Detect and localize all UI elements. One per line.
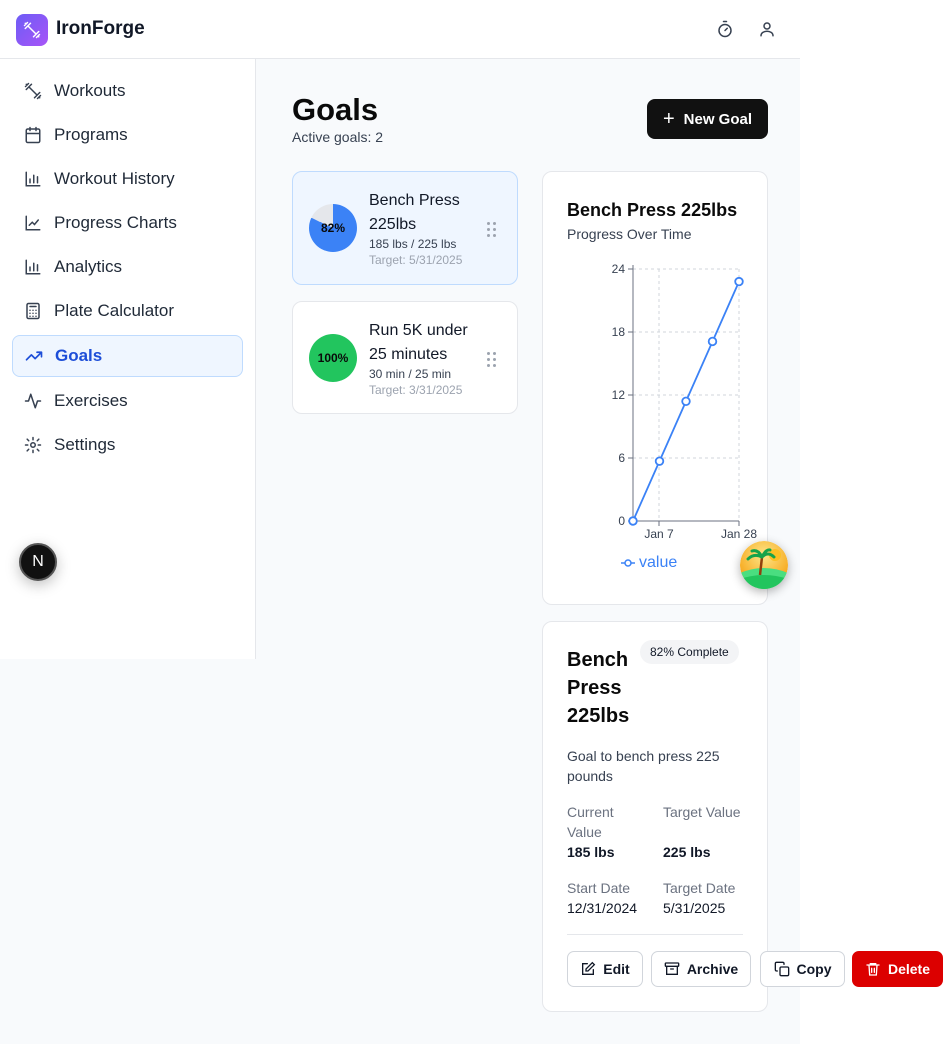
sidebar-item-workout-history[interactable]: Workout History bbox=[12, 158, 243, 200]
edit-icon bbox=[580, 961, 596, 977]
goal-card-run-5k[interactable]: 100% Run 5K under 25 minutes 30 min / 25… bbox=[292, 301, 518, 414]
goal-name: Bench Press 225lbs bbox=[369, 192, 460, 233]
delete-button[interactable]: Delete bbox=[852, 951, 943, 987]
sidebar-item-label: Goals bbox=[55, 346, 103, 365]
goal-progress-ring: 82% bbox=[309, 204, 357, 252]
trending-up-icon bbox=[25, 347, 43, 365]
plus-icon: + bbox=[662, 108, 675, 130]
goal-progress-text: 185 lbs / 225 lbs bbox=[369, 237, 457, 251]
dumbbell-icon bbox=[24, 82, 42, 100]
y-tick-label: 6 bbox=[618, 451, 625, 465]
data-point bbox=[628, 516, 638, 526]
sidebar-item-plate-calculator[interactable]: Plate Calculator bbox=[12, 290, 243, 332]
target-date-label: Target Date bbox=[663, 880, 736, 896]
legend-label: value bbox=[639, 554, 678, 571]
goal-progress-text: 30 min / 25 min bbox=[369, 367, 452, 381]
start-date-value: 12/31/2024 bbox=[567, 900, 638, 916]
start-date-label: Start Date bbox=[567, 880, 631, 896]
dumbbell-icon bbox=[23, 21, 41, 39]
page-background-lower bbox=[0, 659, 256, 1044]
archive-label: Archive bbox=[686, 961, 739, 977]
gear-icon bbox=[24, 436, 42, 454]
progress-chart-panel: Bench Press 225lbs Progress Over Time 06… bbox=[542, 171, 768, 605]
activity-icon bbox=[24, 392, 42, 410]
goal-percent: 100% bbox=[317, 351, 349, 365]
sidebar-item-analytics[interactable]: Analytics bbox=[12, 246, 243, 288]
app-logo[interactable] bbox=[16, 14, 48, 46]
y-tick-label: 24 bbox=[612, 262, 626, 276]
timer-icon[interactable] bbox=[714, 18, 736, 40]
current-value-label: Current Value bbox=[567, 804, 614, 840]
sidebar-item-goals[interactable]: Goals bbox=[12, 335, 243, 377]
sidebar-item-label: Workouts bbox=[54, 81, 126, 100]
details-title: Bench Press 225lbs bbox=[567, 649, 630, 727]
sidebar-item-settings[interactable]: Settings bbox=[12, 424, 243, 466]
data-point bbox=[707, 336, 718, 347]
chart-legend[interactable]: value bbox=[621, 554, 677, 572]
edit-label: Edit bbox=[603, 961, 630, 977]
target-date-value: 5/31/2025 bbox=[663, 900, 726, 916]
sidebar-item-label: Programs bbox=[54, 125, 128, 144]
new-goal-button[interactable]: + New Goal bbox=[647, 99, 768, 139]
delete-label: Delete bbox=[887, 961, 931, 977]
sidebar-item-label: Workout History bbox=[54, 169, 175, 188]
goal-card-bench-press[interactable]: 82% Bench Press 225lbs 185 lbs / 225 lbs… bbox=[292, 171, 518, 285]
data-point bbox=[681, 396, 691, 406]
copy-icon bbox=[774, 961, 790, 977]
beach-emoji-button[interactable] bbox=[740, 541, 788, 589]
goal-percent: 82% bbox=[320, 221, 346, 235]
trash-icon bbox=[865, 961, 881, 977]
sidebar-item-label: Settings bbox=[54, 435, 116, 454]
goal-target-date: Target: 5/31/2025 bbox=[369, 253, 463, 267]
target-value-label: Target Value bbox=[663, 804, 741, 820]
sidebar-item-label: Analytics bbox=[54, 257, 123, 276]
data-point bbox=[734, 276, 744, 287]
current-value: 185 lbs bbox=[567, 844, 615, 860]
copy-label: Copy bbox=[796, 961, 832, 977]
y-tick-label: 18 bbox=[612, 325, 626, 339]
y-tick-label: 12 bbox=[612, 388, 626, 402]
sidebar-item-progress-charts[interactable]: Progress Charts bbox=[12, 202, 243, 244]
goal-description: Goal to bench press 225 pounds bbox=[567, 748, 720, 784]
dev-tools-badge[interactable]: N bbox=[19, 543, 57, 581]
legend-line-icon bbox=[621, 559, 635, 567]
edit-button[interactable]: Edit bbox=[567, 951, 643, 987]
new-goal-label: New Goal bbox=[683, 110, 753, 128]
x-tick-label: Jan 7 bbox=[644, 527, 674, 541]
sidebar-item-exercises[interactable]: Exercises bbox=[12, 380, 243, 422]
bar-chart-icon bbox=[24, 258, 42, 276]
page-title: Goals bbox=[292, 92, 379, 127]
goal-name: Run 5K under 25 minutes bbox=[369, 322, 468, 363]
archive-button[interactable]: Archive bbox=[651, 951, 751, 987]
y-tick-label: 0 bbox=[618, 514, 625, 528]
completion-badge: 82% Complete bbox=[640, 640, 739, 664]
drag-handle-icon[interactable] bbox=[487, 222, 499, 238]
bar-chart-icon bbox=[24, 170, 42, 188]
sidebar-item-workouts[interactable]: Workouts bbox=[12, 70, 243, 112]
line-chart: 0 6 12 18 24 Jan 7 Jan 28 bbox=[612, 262, 758, 541]
app-header: IronForge bbox=[0, 0, 800, 59]
line-chart-icon bbox=[24, 214, 42, 232]
sidebar-item-label: Exercises bbox=[54, 391, 128, 410]
goal-target-date: Target: 3/31/2025 bbox=[369, 383, 463, 397]
x-tick-label: Jan 28 bbox=[721, 527, 757, 541]
divider bbox=[567, 934, 743, 935]
drag-handle-icon[interactable] bbox=[487, 352, 499, 368]
target-value: 225 lbs bbox=[663, 844, 711, 860]
app-title: IronForge bbox=[56, 18, 145, 39]
calendar-icon bbox=[24, 126, 42, 144]
data-point bbox=[654, 456, 665, 466]
goal-progress-ring: 100% bbox=[309, 334, 357, 382]
beach-icon bbox=[740, 541, 788, 589]
archive-icon bbox=[664, 961, 680, 977]
copy-button[interactable]: Copy bbox=[760, 951, 845, 987]
sidebar-item-label: Plate Calculator bbox=[54, 301, 175, 320]
active-goals-count: Active goals: 2 bbox=[292, 129, 384, 145]
sidebar-item-programs[interactable]: Programs bbox=[12, 114, 243, 156]
calculator-icon bbox=[24, 302, 42, 320]
sidebar-item-label: Progress Charts bbox=[54, 213, 177, 232]
user-icon[interactable] bbox=[756, 18, 778, 40]
